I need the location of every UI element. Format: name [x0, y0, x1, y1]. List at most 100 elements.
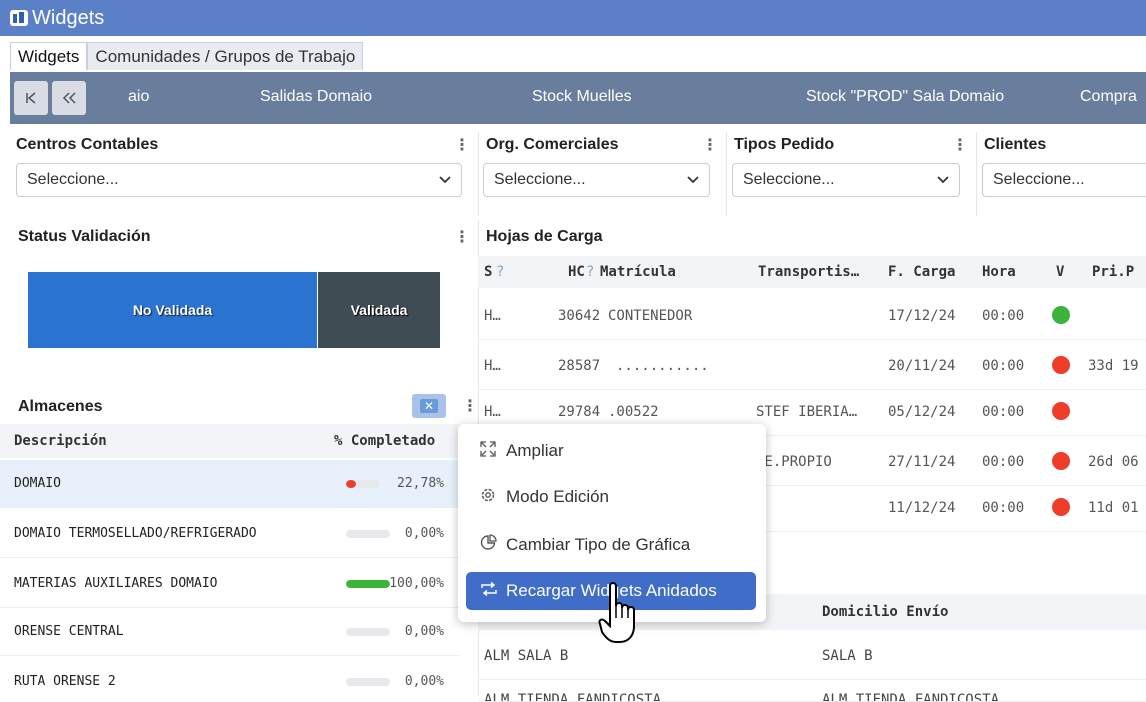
row-descripcion: ORENSE CENTRAL	[14, 624, 124, 639]
cell-pri: 11d 01	[1088, 500, 1139, 516]
previous-page-button[interactable]	[52, 81, 86, 115]
kebab-menu-icon[interactable]: ⋮	[698, 135, 722, 155]
close-icon: ✕	[420, 399, 438, 413]
table-row[interactable]: RUTA ORENSE 2 0,00%	[0, 658, 460, 702]
column-header-hora[interactable]: Hora	[982, 264, 1016, 280]
cell-fecha: 27/11/24	[888, 454, 956, 470]
cell-s: H…	[484, 308, 501, 324]
column-header-hc[interactable]: HC	[568, 264, 585, 280]
panel-title: Almacenes	[18, 398, 103, 415]
table-row[interactable]: DOMAIO 22,78%	[0, 460, 460, 508]
help-icon: ?	[496, 264, 505, 280]
table-row[interactable]: ALM TIENDA FANDICOSTA ALM TIENDA FANDICO…	[478, 686, 1146, 702]
progress-track	[356, 479, 380, 488]
filter-org-comerciales: Org. Comerciales ⋮ Seleccione...	[483, 132, 722, 197]
clear-filter-button[interactable]: ✕	[412, 394, 446, 418]
column-header-completado[interactable]: % Completado	[334, 433, 435, 449]
nav-item-stock-muelles[interactable]: Stock Muelles	[532, 88, 632, 106]
kebab-menu-icon[interactable]: ⋮	[450, 227, 474, 247]
cell-almacen: ALM SALA B	[484, 648, 569, 664]
cell-hc: 29784	[558, 404, 601, 420]
kebab-menu-icon[interactable]: ⋮	[948, 135, 972, 155]
tab-widgets[interactable]: Widgets	[10, 42, 88, 70]
tipos-pedido-select[interactable]: Seleccione...	[732, 163, 960, 197]
select-placeholder: Seleccione...	[993, 171, 1085, 188]
column-header-pri[interactable]: Pri.P	[1092, 264, 1134, 280]
filter-label: Clientes	[984, 136, 1047, 153]
gear-icon	[480, 487, 506, 508]
first-page-button[interactable]	[14, 81, 48, 115]
cell-domicilio: SALA B	[822, 648, 873, 664]
cell-s: H…	[484, 404, 501, 420]
tab-bar: Widgets Comunidades / Grupos de Trabajo	[10, 42, 364, 70]
reload-icon	[480, 581, 506, 601]
status-validacion-header: Status Validación ⋮	[18, 224, 474, 250]
org-comerciales-select[interactable]: Seleccione...	[483, 163, 710, 197]
row-percent: 0,00%	[404, 526, 444, 541]
filter-tipos-pedido: Tipos Pedido ⋮ Seleccione...	[732, 132, 972, 197]
almacenes-header: Almacenes	[18, 394, 398, 420]
filter-centros-contables: Centros Contables ⋮ Seleccione...	[16, 132, 474, 197]
cell-s: H…	[484, 358, 501, 374]
select-placeholder: Seleccione...	[27, 171, 119, 188]
progress-bar	[346, 579, 390, 588]
nav-item-salidas-domaio[interactable]: Salidas Domaio	[260, 88, 372, 106]
hojas-carga-header: Hojas de Carga	[486, 224, 786, 250]
clientes-select[interactable]: Seleccione...	[982, 163, 1146, 197]
menu-item-cambiar-tipo-grafica[interactable]: Cambiar Tipo de Gráfica	[466, 526, 756, 564]
menu-item-ampliar[interactable]: Ampliar	[466, 432, 756, 470]
row-percent: 0,00%	[404, 624, 444, 639]
centros-contables-select[interactable]: Seleccione...	[16, 163, 462, 197]
cell-hc: 30642	[558, 308, 601, 324]
select-placeholder: Seleccione...	[743, 171, 835, 188]
progress-bar	[346, 529, 390, 538]
table-row[interactable]: H… 28587 ........... 20/11/24 00:00 33d …	[478, 342, 1146, 390]
status-dot	[1052, 498, 1070, 516]
table-row[interactable]: ALM SALA B SALA B	[478, 634, 1146, 680]
column-header-fecha-carga[interactable]: F. Carga	[888, 264, 955, 280]
cell-domicilio: ALM TIENDA FANDICOSTA	[822, 692, 1000, 702]
row-descripcion: MATERIAS AUXILIARES DOMAIO	[14, 576, 218, 591]
status-segment-validada[interactable]: Validada	[318, 272, 440, 348]
column-header-v[interactable]: V	[1056, 264, 1064, 280]
column-header-matricula[interactable]: Matrícula	[600, 264, 676, 280]
table-row[interactable]: DOMAIO TERMOSELLADO/REFRIGERADO 0,00%	[0, 510, 460, 558]
cell-matricula: CONTENEDOR	[608, 308, 693, 324]
divider	[976, 132, 977, 216]
column-header-s[interactable]: S	[484, 264, 492, 280]
status-segment-no-validada[interactable]: No Validada	[28, 272, 317, 348]
cell-hora: 00:00	[982, 358, 1025, 374]
hand-cursor-icon	[598, 582, 635, 643]
column-header-domicilio-envio[interactable]: Domicilio Envío	[822, 604, 948, 620]
tab-comunidades[interactable]: Comunidades / Grupos de Trabajo	[87, 42, 364, 70]
column-header-transportista[interactable]: Transportis…	[758, 264, 859, 280]
status-dot	[1052, 306, 1070, 324]
table-row[interactable]: H… 30642 CONTENEDOR 17/12/24 00:00	[478, 292, 1146, 340]
select-placeholder: Seleccione...	[494, 171, 586, 188]
filter-label: Tipos Pedido	[734, 136, 835, 153]
hojas-carga-table-header: S ? HC ? Matrícula Transportis… F. Carga…	[478, 256, 1146, 288]
table-row[interactable]: ORENSE CENTRAL 0,00%	[0, 608, 460, 656]
column-header-descripcion[interactable]: Descripción	[14, 433, 107, 449]
row-percent: 100,00%	[389, 576, 444, 591]
kebab-menu-icon[interactable]: ⋮	[450, 135, 474, 155]
status-dot	[1052, 452, 1070, 470]
nav-item-domaio[interactable]: aio	[128, 88, 149, 106]
help-icon: ?	[586, 264, 595, 280]
cell-fecha: 20/11/24	[888, 358, 956, 374]
row-descripcion: RUTA ORENSE 2	[14, 674, 116, 689]
menu-item-modo-edicion[interactable]: Modo Edición	[466, 478, 756, 516]
panel-title: Status Validación	[18, 228, 151, 245]
chevron-down-icon	[687, 173, 699, 187]
filter-label: Centros Contables	[16, 136, 159, 153]
cell-almacen: ALM TIENDA FANDICOSTA	[484, 692, 662, 702]
cell-pri: 33d 19	[1088, 358, 1139, 374]
divider	[478, 132, 479, 216]
pie-chart-icon	[480, 534, 506, 556]
nav-item-stock-prod[interactable]: Stock "PROD" Sala Domaio	[806, 88, 1004, 106]
row-descripcion: DOMAIO TERMOSELLADO/REFRIGERADO	[14, 526, 257, 541]
nav-item-compra[interactable]: Compra	[1080, 88, 1137, 106]
table-row[interactable]: MATERIAS AUXILIARES DOMAIO 100,00%	[0, 560, 460, 608]
cell-fecha: 17/12/24	[888, 308, 956, 324]
menu-item-label: Cambiar Tipo de Gráfica	[506, 535, 691, 554]
